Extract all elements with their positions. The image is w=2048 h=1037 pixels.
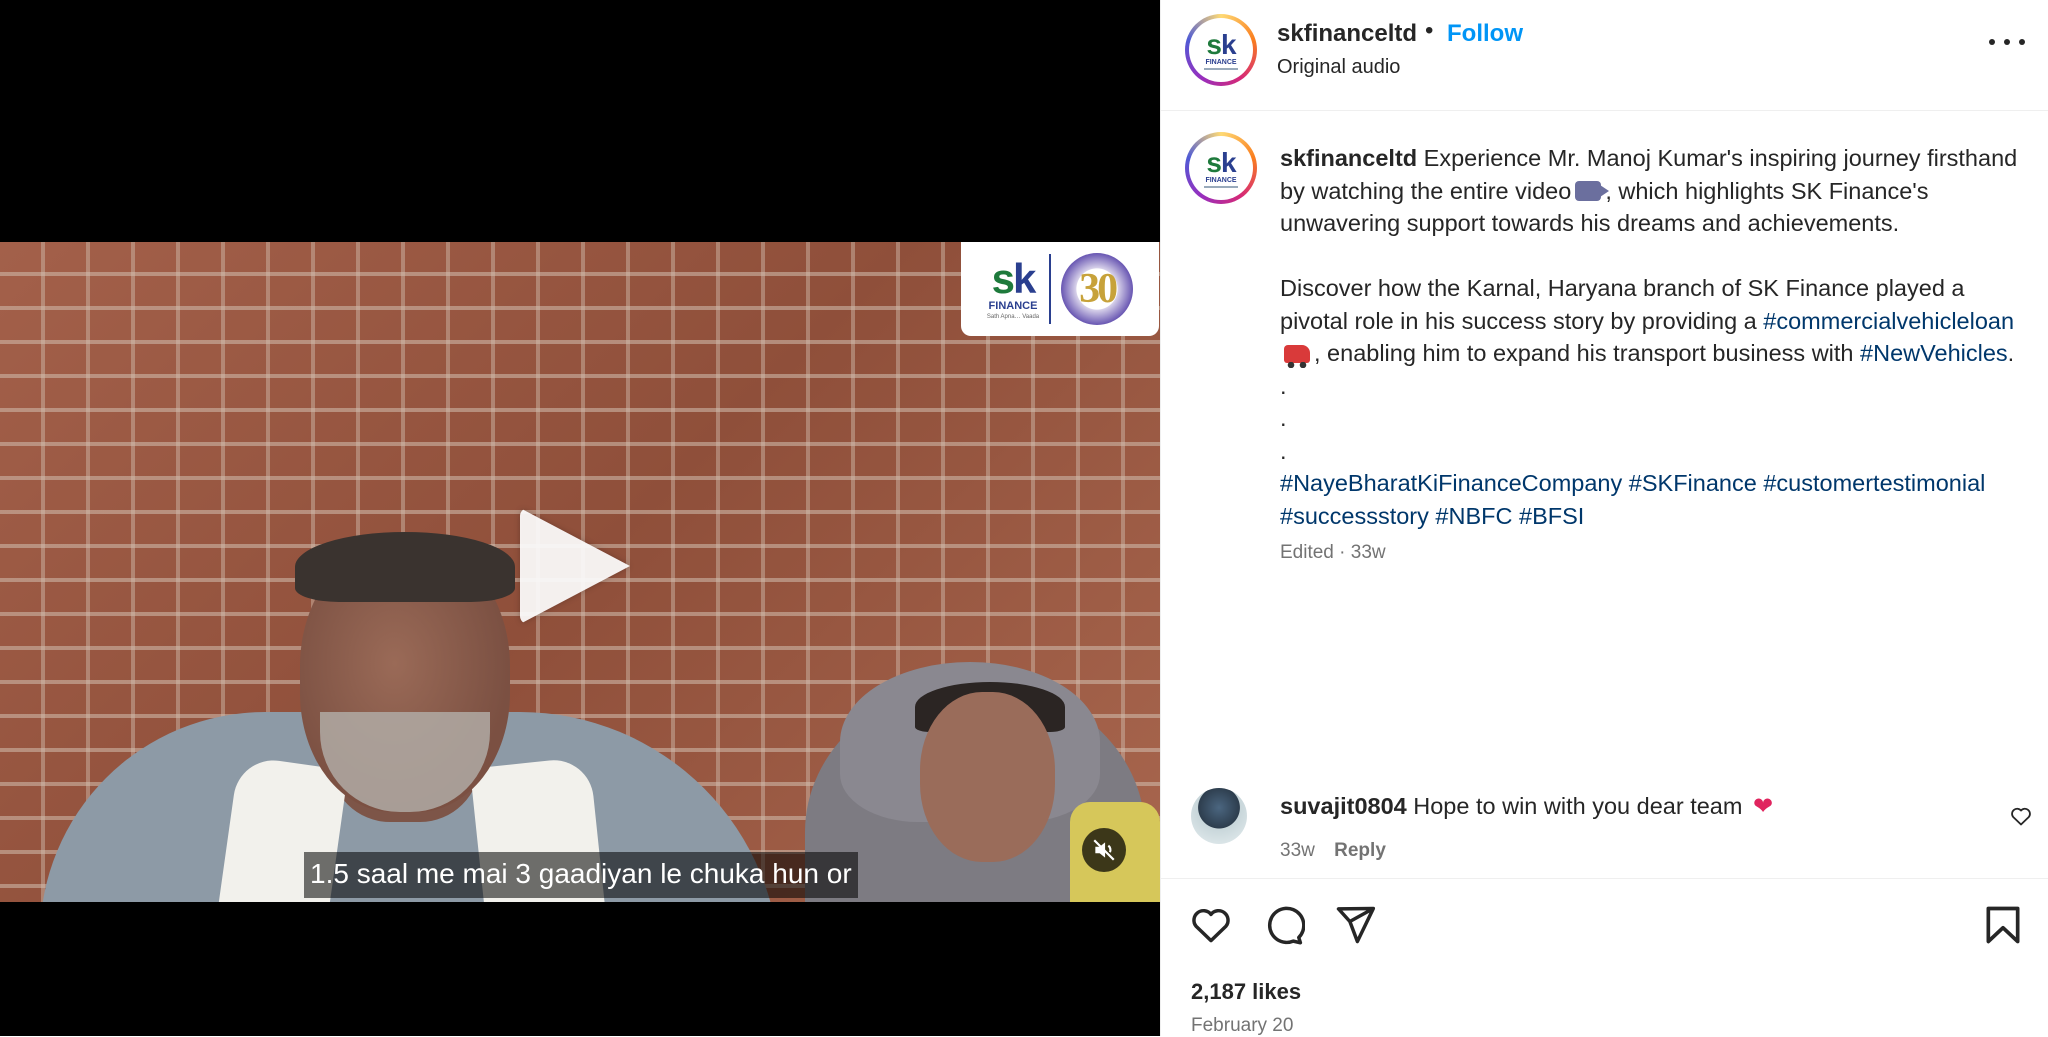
video-player[interactable]: sk FINANCE Sath Apna… Vaada 30 1.5 saal … (0, 0, 1160, 1036)
commenter-username[interactable]: suvajit0804 (1280, 793, 1407, 819)
caption-dot: . (1280, 437, 1287, 464)
anniversary-badge: 30 (1061, 253, 1134, 325)
caption-dot: . (1280, 372, 1287, 399)
video-camera-emoji (1575, 180, 1610, 201)
caption-text: . (2007, 340, 2015, 366)
heart-icon[interactable] (1189, 903, 1233, 947)
header-separator: • (1425, 17, 1434, 44)
share-icon[interactable] (1333, 903, 1377, 947)
bookmark-icon[interactable] (1981, 903, 2025, 947)
hashtag-link[interactable]: #SKFinance (1629, 470, 1757, 496)
header-username[interactable]: skfinanceltd (1277, 20, 1417, 48)
brand-logo-card: sk FINANCE Sath Apna… Vaada 30 (961, 242, 1159, 336)
red-heart-emoji: ❤ (1752, 793, 1774, 820)
play-icon[interactable] (520, 508, 630, 624)
caption-dot: . (1280, 405, 1287, 431)
comment-time: 33w (1280, 840, 1315, 861)
logo-tagline: Sath Apna… Vaada (986, 314, 1040, 320)
post-actions: 2,187 likes February 20 (1161, 878, 2048, 1037)
post-date[interactable]: February 20 (1191, 1015, 1293, 1037)
commenter-avatar[interactable] (1191, 788, 1247, 844)
post-caption: skfinanceltd Experience Mr. Manoj Kumar'… (1280, 142, 2020, 566)
hashtag-link[interactable]: #NayeBharatKiFinanceCompany (1280, 470, 1622, 496)
avatar[interactable]: sk FINANCE (1185, 14, 1257, 86)
more-options-icon[interactable] (1989, 30, 2025, 54)
likes-count[interactable]: 2,187 likes (1191, 979, 1301, 1005)
comment-meta: 33w Reply (1280, 840, 1386, 862)
post-side-panel: sk FINANCE skfinanceltd • Follow Origina… (1160, 0, 2048, 1036)
anniversary-number: 30 (1079, 266, 1118, 312)
caption-avatar[interactable]: sk FINANCE (1185, 132, 1257, 204)
logo-finance-text: FINANCE (988, 300, 1038, 312)
comment-body: suvajit0804 Hope to win with you dear te… (1280, 792, 1773, 821)
logo-divider (1049, 254, 1052, 324)
hashtag-link[interactable]: #customertestimonial (1763, 470, 1985, 496)
hashtag-link[interactable]: #NBFC (1435, 503, 1512, 529)
caption-text: , enabling him to expand his transport b… (1314, 340, 1854, 366)
comment-icon[interactable] (1261, 903, 1305, 947)
caption-meta: Edited · 33w (1280, 542, 1386, 563)
comment-like-icon[interactable] (2009, 804, 2033, 828)
reply-button[interactable]: Reply (1334, 840, 1386, 861)
truck-emoji (1284, 345, 1310, 368)
original-audio-link[interactable]: Original audio (1277, 56, 1400, 79)
hashtag-link[interactable]: #commercialvehicleloan (1763, 308, 2014, 334)
hashtag-link[interactable]: #BFSI (1519, 503, 1584, 529)
comment-text: Hope to win with you dear team (1413, 793, 1743, 819)
video-subtitle: 1.5 saal me mai 3 gaadiyan le chuka hun … (304, 852, 858, 898)
muted-speaker-icon[interactable] (1082, 828, 1126, 872)
woman-face (920, 692, 1055, 862)
sk-finance-logo: sk FINANCE Sath Apna… Vaada (986, 255, 1040, 321)
post-header: sk FINANCE skfinanceltd • Follow Origina… (1161, 0, 2048, 111)
hashtag-link[interactable]: #successstory (1280, 503, 1429, 529)
comments-section: sk FINANCE skfinanceltd Experience Mr. M… (1161, 112, 2048, 872)
man-hair (295, 532, 515, 602)
follow-button[interactable]: Follow (1447, 20, 1523, 48)
comment-item: suvajit0804 Hope to win with you dear te… (1191, 788, 2031, 868)
caption-username[interactable]: skfinanceltd (1280, 145, 1417, 171)
hashtag-link[interactable]: #NewVehicles (1860, 340, 2008, 366)
